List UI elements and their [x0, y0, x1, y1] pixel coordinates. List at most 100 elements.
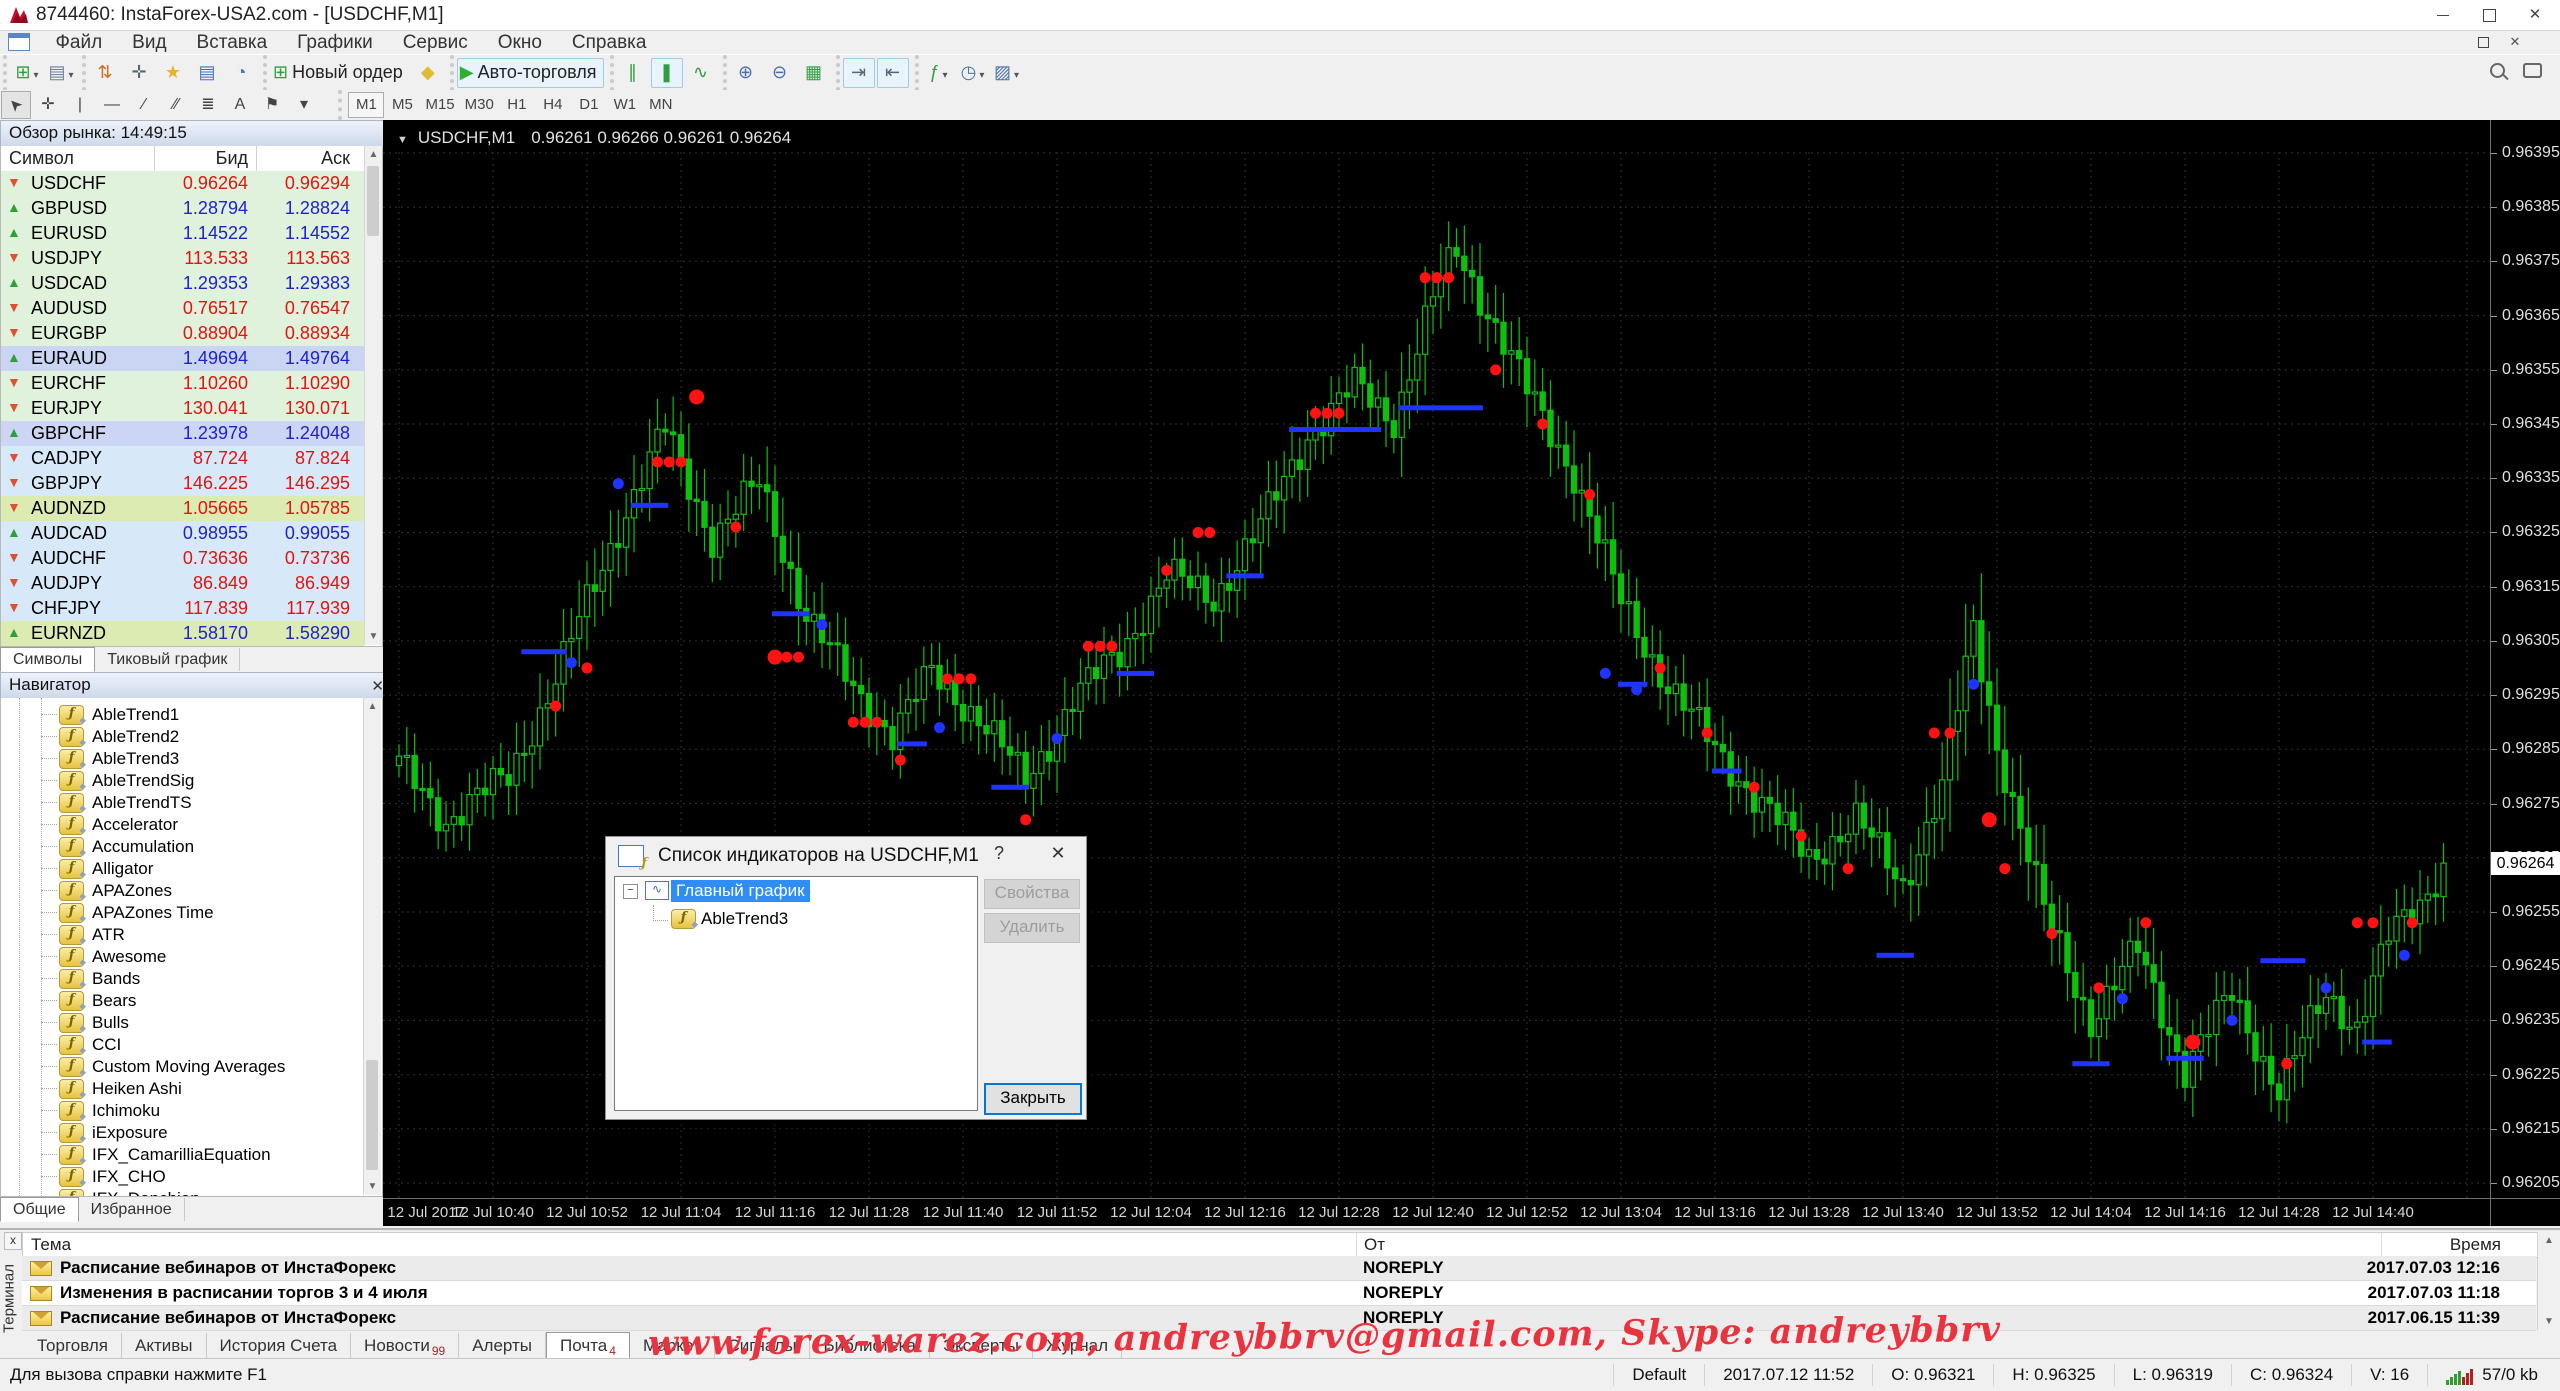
navigator-item-apazones-time[interactable]: ƒAPAZones Time [59, 902, 361, 924]
dropdown-caret-icon[interactable]: ▾ [942, 70, 948, 81]
navigator-item-iexposure[interactable]: ƒiExposure [59, 1122, 361, 1144]
navigator-item-ichimoku[interactable]: ƒIchimoku [59, 1100, 361, 1122]
timeframe-m30[interactable]: M30 [460, 92, 499, 118]
terminal-tab-эксперты[interactable]: Эксперты [930, 1333, 1033, 1358]
profiles-button[interactable]: ▤▾ [44, 58, 76, 88]
dialog-help-button[interactable]: ? [982, 843, 1016, 864]
bar-chart-mode-button[interactable]: ∥ [617, 58, 649, 88]
chart-dropdown-icon[interactable]: ▼ [397, 134, 418, 146]
scroll-up-icon[interactable]: ▲ [364, 701, 381, 712]
market-watch-row-audjpy[interactable]: ▼AUDJPY86.84986.949 [1, 571, 364, 596]
navigator-item-bands[interactable]: ƒBands [59, 968, 361, 990]
navigator-item-bulls[interactable]: ƒBulls [59, 1012, 361, 1034]
navigator-item-awesome[interactable]: ƒAwesome [59, 946, 361, 968]
terminal-close-icon[interactable]: x [4, 1232, 22, 1250]
market-watch-row-eurchf[interactable]: ▼EURCHF1.102601.10290 [1, 371, 364, 396]
dropdown-caret-icon[interactable]: ▾ [67, 70, 73, 81]
market-watch-row-cadjpy[interactable]: ▼CADJPY87.72487.824 [1, 446, 364, 471]
chart-shift-button[interactable]: ⇤ [877, 58, 909, 88]
dialog-close-icon[interactable]: ✕ [1038, 843, 1078, 864]
auto-scroll-button[interactable]: ⇥ [843, 58, 875, 88]
terminal-tab-сигналы[interactable]: Сигналы [715, 1333, 811, 1358]
dropdown-caret-icon[interactable]: ▾ [978, 70, 984, 81]
shapes-dropdown-tool[interactable]: ▾ [289, 91, 319, 119]
navigator-item-alligator[interactable]: ƒAlligator [59, 858, 361, 880]
tab-избранное[interactable]: Избранное [79, 1198, 185, 1221]
candlestick-mode-button[interactable]: ❚ [651, 58, 683, 88]
terminal-tab-алерты[interactable]: Алерты [459, 1333, 546, 1358]
market-watch-row-eurjpy[interactable]: ▼EURJPY130.041130.071 [1, 396, 364, 421]
tab-общие[interactable]: Общие [0, 1197, 79, 1222]
market-watch-row-eurnzd[interactable]: ▲EURNZD1.581701.58290 [1, 621, 364, 646]
scroll-down-icon[interactable]: ▼ [364, 1181, 381, 1192]
timeframe-m15[interactable]: M15 [420, 92, 459, 118]
tile-windows-button[interactable]: ▦ [798, 58, 830, 88]
navigator-item-abletrendsig[interactable]: ƒAbleTrendSig [59, 770, 361, 792]
mail-row[interactable]: Расписание вебинаров от ИнстаФорексNOREP… [22, 1306, 2536, 1331]
tab-тиковый-график[interactable]: Тиковый график [95, 648, 240, 671]
delete-button[interactable]: Удалить [984, 913, 1080, 943]
dropdown-caret-icon[interactable]: ▾ [33, 70, 39, 81]
terminal-toggle-button[interactable]: ▤ [191, 58, 223, 88]
close-dialog-button[interactable]: Закрыть [984, 1083, 1082, 1115]
child-close-button[interactable]: ✕ [2500, 31, 2530, 53]
child-restore-button[interactable] [2468, 31, 2498, 53]
market-watch-row-usdchf[interactable]: ▼USDCHF0.962640.96294 [1, 171, 364, 196]
new-chart-button[interactable]: ⊞▾ [10, 58, 42, 88]
scroll-down-icon[interactable]: ▼ [365, 631, 382, 642]
navigator-item-atr[interactable]: ƒATR [59, 924, 361, 946]
crosshair-tool[interactable]: ✛ [33, 91, 63, 119]
market-watch-row-audcad[interactable]: ▲AUDCAD0.989550.99055 [1, 521, 364, 546]
zoom-out-button[interactable]: ⊖ [764, 58, 796, 88]
tree-row-abletrend3[interactable]: ƒ AbleTrend3 [615, 905, 977, 933]
community-icon[interactable] [2523, 63, 2542, 78]
market-watch-toggle-button[interactable]: ⇅ [89, 58, 121, 88]
terminal-scrollbar[interactable]: ▲ ▼ [2537, 1232, 2560, 1330]
periods-button[interactable]: ◷▾ [956, 58, 988, 88]
timeframe-w1[interactable]: W1 [607, 92, 643, 118]
terminal-tab-журнал[interactable]: Журнал [1033, 1333, 1122, 1358]
zoom-in-button[interactable]: ⊕ [730, 58, 762, 88]
tree-row-main-chart[interactable]: − ∿ Главный график [615, 877, 977, 905]
tab-символы[interactable]: Символы [0, 647, 95, 672]
timeframe-d1[interactable]: D1 [571, 92, 607, 118]
menu-item-вставка[interactable]: Вставка [182, 31, 283, 55]
navigator-item-apazones[interactable]: ƒAPAZones [59, 880, 361, 902]
cursor-tool[interactable]: ➤ [1, 91, 31, 119]
indicators-list-button[interactable]: ƒ▾ [922, 58, 954, 88]
scroll-down-icon[interactable]: ▼ [2538, 1316, 2560, 1327]
close-button[interactable]: ✕ [2512, 0, 2558, 29]
mail-row[interactable]: Изменения в расписании торгов 3 и 4 июля… [22, 1281, 2536, 1306]
navigator-item-ifx_camarilliaequation[interactable]: ƒIFX_CamarilliaEquation [59, 1144, 361, 1166]
market-watch-row-eurusd[interactable]: ▲EURUSD1.145221.14552 [1, 221, 364, 246]
timeframe-mn[interactable]: MN [643, 92, 679, 118]
market-watch-row-gbpusd[interactable]: ▲GBPUSD1.287941.28824 [1, 196, 364, 221]
metaeditor-button[interactable]: ◆ [412, 58, 444, 88]
market-watch-row-eurgbp[interactable]: ▼EURGBP0.889040.88934 [1, 321, 364, 346]
market-watch-row-audnzd[interactable]: ▼AUDNZD1.056651.05785 [1, 496, 364, 521]
navigator-item-bears[interactable]: ƒBears [59, 990, 361, 1012]
dropdown-caret-icon[interactable]: ▾ [1013, 70, 1019, 81]
horizontal-line-tool[interactable]: — [97, 91, 127, 119]
new-order-button[interactable]: ⊞Новый ордер [270, 58, 410, 88]
equidistant-channel-tool[interactable]: ∕∕ [161, 91, 191, 119]
navigator-item-abletrend3[interactable]: ƒAbleTrend3 [59, 748, 361, 770]
market-watch-row-euraud[interactable]: ▲EURAUD1.496941.49764 [1, 346, 364, 371]
market-watch-row-usdcad[interactable]: ▲USDCAD1.293531.29383 [1, 271, 364, 296]
terminal-tab-почта[interactable]: Почта4 [546, 1332, 630, 1359]
search-icon[interactable] [2490, 63, 2505, 78]
menu-item-сервис[interactable]: Сервис [388, 31, 483, 55]
navigator-item-abletrend1[interactable]: ƒAbleTrend1 [59, 704, 361, 726]
navigator-item-accumulation[interactable]: ƒAccumulation [59, 836, 361, 858]
market-watch-row-gbpchf[interactable]: ▲GBPCHF1.239781.24048 [1, 421, 364, 446]
market-watch-row-chfjpy[interactable]: ▼CHFJPY117.839117.939 [1, 596, 364, 621]
text-tool[interactable]: A [225, 91, 255, 119]
data-window-button[interactable]: ✛ [123, 58, 155, 88]
navigator-item-abletrend2[interactable]: ƒAbleTrend2 [59, 726, 361, 748]
maximize-button[interactable] [2466, 0, 2512, 29]
auto-trading-button[interactable]: ▶Авто-торговля [457, 58, 604, 88]
market-watch-row-audchf[interactable]: ▼AUDCHF0.736360.73736 [1, 546, 364, 571]
scroll-up-icon[interactable]: ▲ [2538, 1235, 2560, 1246]
terminal-tab-торговля[interactable]: Торговля [24, 1333, 122, 1358]
timeframe-h1[interactable]: H1 [499, 92, 535, 118]
